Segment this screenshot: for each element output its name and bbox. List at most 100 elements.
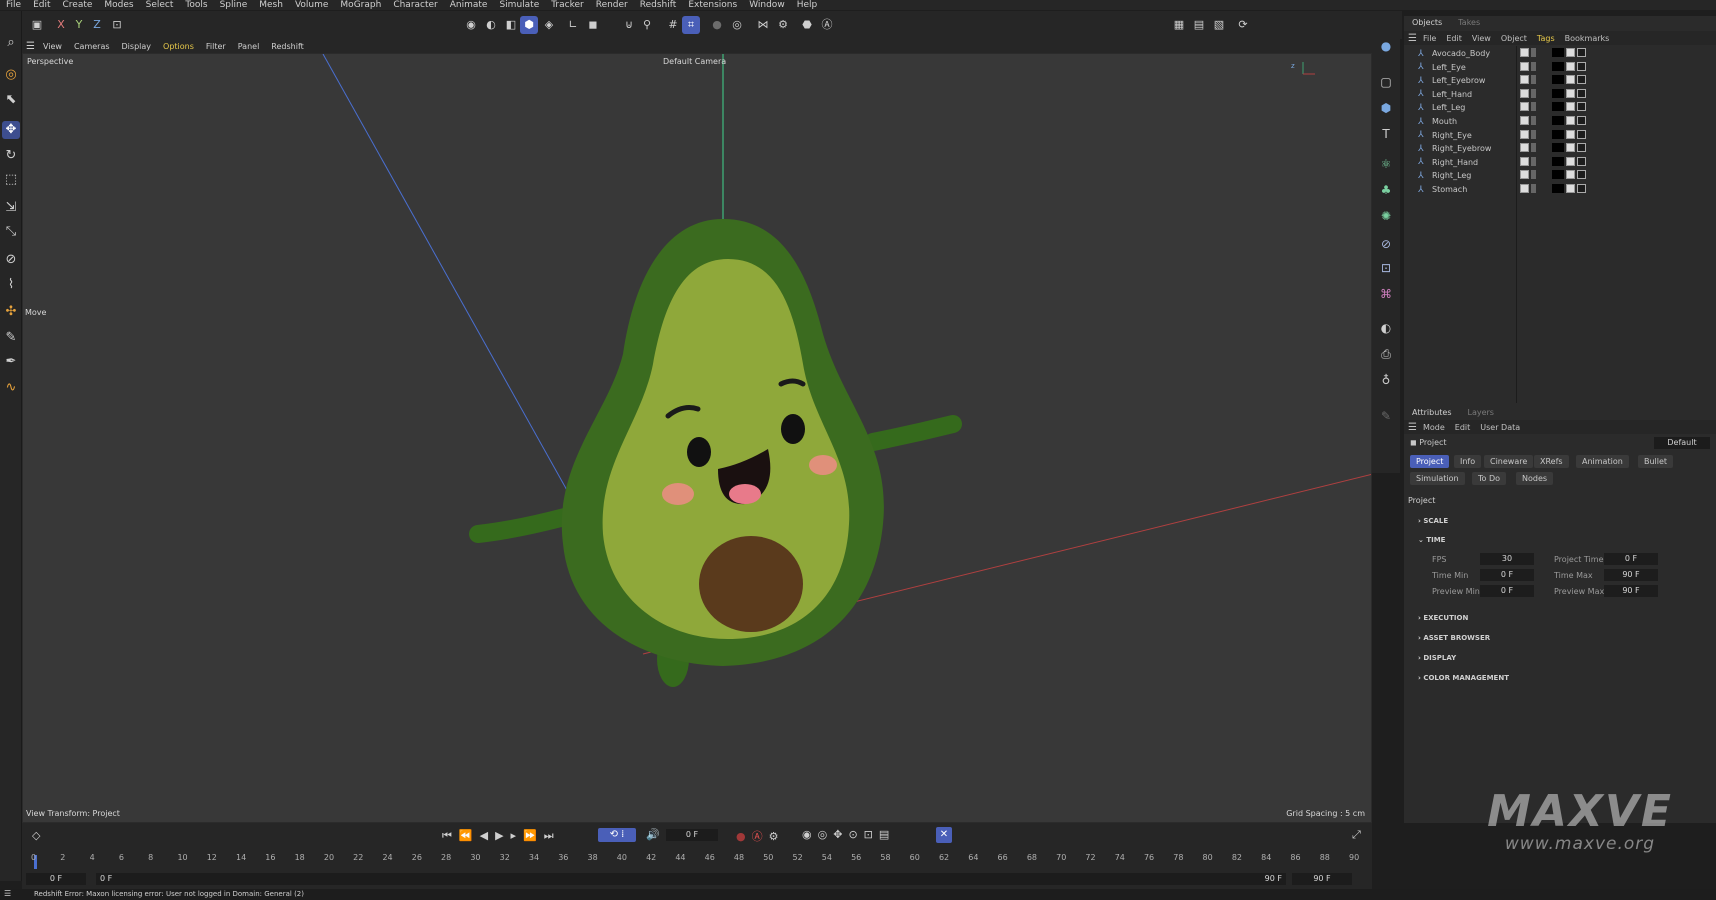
- hamburger-icon[interactable]: ☰: [1408, 33, 1417, 44]
- phong-tag[interactable]: [1577, 170, 1586, 180]
- render-dot[interactable]: [1531, 75, 1536, 85]
- visibility-checkbox[interactable]: [1520, 184, 1529, 193]
- weight-tag[interactable]: [1566, 116, 1575, 125]
- viewport-camera-label[interactable]: Default Camera: [663, 57, 726, 66]
- effector-icon[interactable]: ♣: [1377, 181, 1395, 199]
- search-icon[interactable]: ⌕: [2, 34, 20, 52]
- menu-render[interactable]: Render: [596, 0, 628, 10]
- cube-icon[interactable]: ⬢: [1377, 99, 1395, 117]
- coordinate-system-icon[interactable]: ⊡: [108, 16, 126, 34]
- render-dot[interactable]: [1531, 61, 1536, 71]
- axis-tool-icon[interactable]: ⤡: [2, 223, 20, 241]
- model-mode-icon[interactable]: ◉: [462, 16, 480, 34]
- curve-icon[interactable]: ✕: [936, 827, 952, 843]
- live-selection-icon[interactable]: ⬉: [2, 91, 20, 109]
- next-frame-icon[interactable]: ▸: [511, 829, 524, 842]
- menu-help[interactable]: Help: [797, 0, 818, 10]
- avocado-character[interactable]: [469, 219, 962, 687]
- goto-start-icon[interactable]: ⏮: [442, 829, 459, 842]
- attributes-menu-user-data[interactable]: User Data: [1480, 423, 1520, 432]
- section-execution[interactable]: › EXECUTION: [1418, 614, 1468, 622]
- material-tag[interactable]: [1552, 170, 1564, 180]
- viewport-menu-redshift[interactable]: Redshift: [271, 42, 303, 51]
- menu-mesh[interactable]: Mesh: [259, 0, 283, 10]
- render-dot[interactable]: [1531, 156, 1536, 166]
- menu-modes[interactable]: Modes: [104, 0, 133, 10]
- key-position-icon[interactable]: ◉: [802, 828, 818, 841]
- object-icon[interactable]: ⬣: [798, 16, 816, 34]
- viewport-projection-label[interactable]: Perspective: [27, 57, 73, 66]
- subtab-project[interactable]: Project: [1410, 455, 1450, 468]
- menu-extensions[interactable]: Extensions: [688, 0, 737, 10]
- menu-redshift[interactable]: Redshift: [640, 0, 677, 10]
- render-view-icon[interactable]: ▦: [1170, 16, 1188, 34]
- keyframe-settings-icon[interactable]: ⚙: [769, 830, 785, 843]
- render-dot[interactable]: [1531, 184, 1536, 193]
- axis-mode-icon[interactable]: ∟: [564, 16, 582, 34]
- material-tag[interactable]: [1552, 156, 1564, 166]
- objects-menu-object[interactable]: Object: [1501, 34, 1527, 43]
- subtab-bullet[interactable]: Bullet: [1638, 455, 1674, 468]
- timeline-ruler[interactable]: 0 2 4 6 8 10 12 14 16 18 20 22 24 26 28 30 32 34 36 38 40 42 4…: [31, 847, 1359, 871]
- objects-menu-edit[interactable]: Edit: [1446, 34, 1462, 43]
- autokey-icon[interactable]: Ⓐ: [752, 830, 769, 843]
- phong-tag[interactable]: [1577, 143, 1586, 153]
- menu-edit[interactable]: Edit: [33, 0, 50, 10]
- material-tag[interactable]: [1552, 48, 1564, 57]
- grid-snap-icon[interactable]: #: [664, 16, 682, 34]
- phong-tag[interactable]: [1577, 88, 1586, 98]
- tab-attributes[interactable]: Attributes: [1404, 406, 1460, 420]
- time-min-field[interactable]: 0 F: [1480, 569, 1534, 581]
- rotate-tool-icon[interactable]: ↻: [2, 147, 20, 165]
- weight-tag[interactable]: [1566, 102, 1575, 112]
- attributes-menu-edit[interactable]: Edit: [1455, 423, 1471, 432]
- subtab-xrefs[interactable]: XRefs: [1534, 455, 1569, 468]
- menu-select[interactable]: Select: [146, 0, 174, 10]
- weight-tag[interactable]: [1566, 88, 1575, 98]
- preset-dropdown[interactable]: Default: [1654, 437, 1710, 449]
- preview-min-field[interactable]: 0 F: [1480, 585, 1534, 597]
- phong-tag[interactable]: [1577, 129, 1586, 139]
- paint-tool-icon[interactable]: ✣: [2, 303, 20, 321]
- prev-frame-icon[interactable]: ◀: [480, 829, 495, 842]
- render-dot[interactable]: [1531, 48, 1536, 57]
- time-max-field[interactable]: 90 F: [1604, 569, 1658, 581]
- refresh-icon[interactable]: ⟳: [1234, 16, 1252, 34]
- y-axis-button[interactable]: Y: [70, 16, 88, 34]
- render-picture-viewer-icon[interactable]: ▤: [1190, 16, 1208, 34]
- menu-mograph[interactable]: MoGraph: [340, 0, 381, 10]
- menu-tools[interactable]: Tools: [185, 0, 207, 10]
- tab-objects[interactable]: Objects: [1404, 16, 1450, 30]
- material-tag[interactable]: [1552, 75, 1564, 85]
- spline-pen-icon[interactable]: ⌘: [1377, 285, 1395, 303]
- sphere-icon[interactable]: ●: [1377, 37, 1395, 55]
- knife-tool-icon[interactable]: ⌇: [2, 276, 20, 294]
- weight-tag[interactable]: [1566, 156, 1575, 166]
- move-tool-icon[interactable]: ✥: [2, 121, 20, 139]
- scale-tool-icon[interactable]: ⬚: [2, 171, 20, 189]
- viewport[interactable]: z Perspective Default Camera Move View T…: [22, 53, 1372, 823]
- symmetry-icon[interactable]: ⋈: [754, 16, 772, 34]
- locked-workplane-icon[interactable]: ●: [708, 16, 726, 34]
- weight-tag[interactable]: [1566, 143, 1575, 153]
- phong-tag[interactable]: [1577, 61, 1586, 71]
- key-param-icon[interactable]: ⊙: [848, 828, 863, 841]
- subtab-animation[interactable]: Animation: [1576, 455, 1629, 468]
- snap-settings-icon[interactable]: ⚲: [638, 16, 656, 34]
- timeline-range-bar[interactable]: 0 F 90 F: [96, 873, 1286, 885]
- menu-animate[interactable]: Animate: [450, 0, 488, 10]
- material-tag[interactable]: [1552, 61, 1564, 71]
- attributes-menu-mode[interactable]: Mode: [1423, 423, 1445, 432]
- record-icon[interactable]: ●: [736, 830, 752, 843]
- visibility-checkbox[interactable]: [1520, 129, 1529, 139]
- weight-tag[interactable]: [1566, 184, 1575, 193]
- viewport-menu-options[interactable]: Options: [163, 42, 194, 51]
- menu-window[interactable]: Window: [749, 0, 785, 10]
- render-dot[interactable]: [1531, 143, 1536, 153]
- goto-end-icon[interactable]: ⏭: [544, 829, 561, 842]
- light-icon[interactable]: ♁: [1377, 371, 1395, 389]
- weight-tag[interactable]: [1566, 129, 1575, 139]
- menu-tracker[interactable]: Tracker: [551, 0, 583, 10]
- phong-tag[interactable]: [1577, 102, 1586, 112]
- key-pla-icon[interactable]: ⊡: [864, 828, 879, 841]
